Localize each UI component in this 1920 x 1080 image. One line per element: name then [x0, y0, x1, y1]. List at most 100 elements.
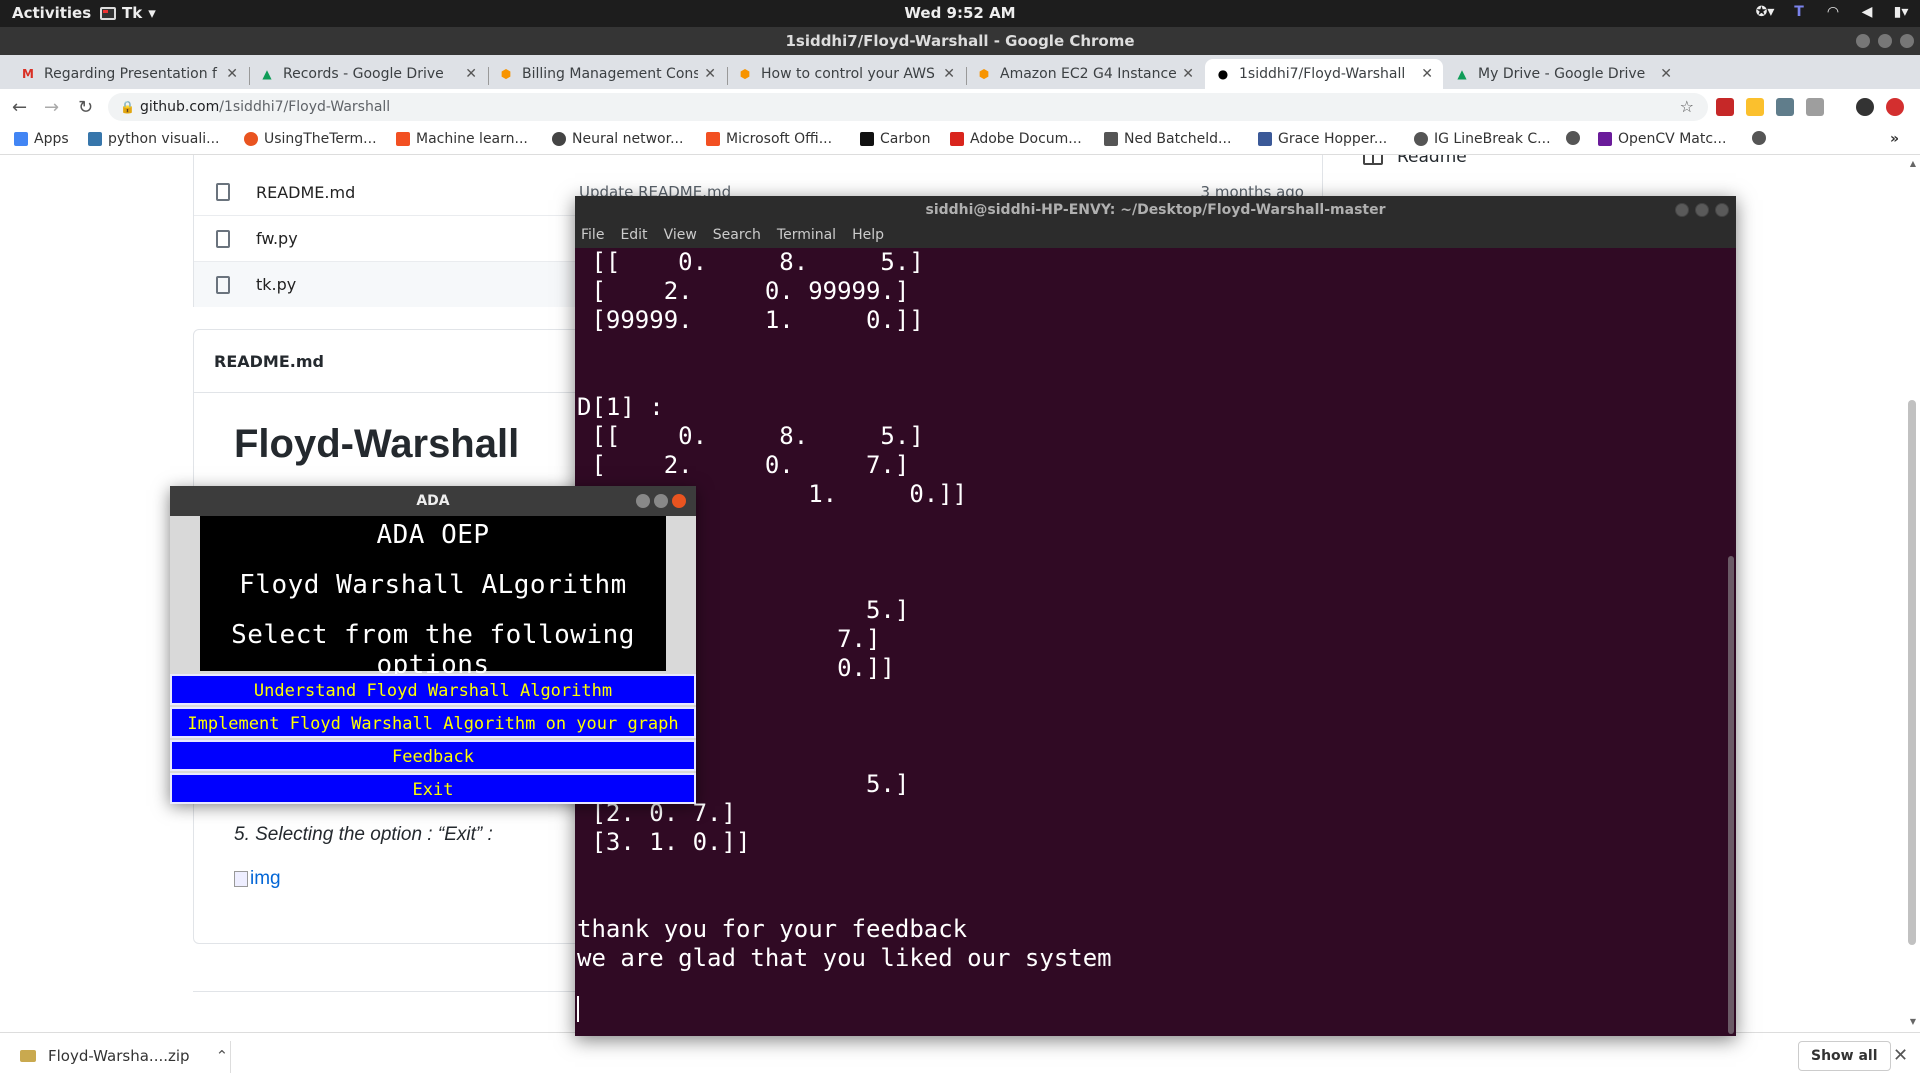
exit-button[interactable]: Exit [170, 773, 696, 804]
file-name[interactable]: README.md [256, 183, 355, 202]
chevron-up-icon[interactable]: ⌃ [216, 1047, 229, 1065]
extension-cast-icon[interactable] [1806, 98, 1824, 116]
url-host: github.com [140, 99, 220, 115]
show-all-button[interactable]: Show all [1798, 1041, 1891, 1071]
maximize-icon[interactable] [654, 494, 668, 508]
bookmark-office[interactable]: Microsoft Offi... [706, 131, 832, 147]
file-name[interactable]: tk.py [256, 275, 296, 294]
bookmark-globe[interactable] [1566, 131, 1580, 145]
wifi-icon[interactable]: ◠ [1824, 3, 1842, 21]
implement-algorithm-button[interactable]: Implement Floyd Warshall Algorithm on yo… [170, 707, 696, 738]
forward-arrow-icon[interactable]: → [44, 97, 59, 118]
scroll-down-icon[interactable]: ▼ [1910, 1017, 1916, 1026]
tab-my-drive[interactable]: ▲ My Drive - Google Drive ✕ [1444, 59, 1682, 89]
menu-help[interactable]: Help [852, 224, 884, 248]
readme-image-link[interactable]: img [234, 868, 281, 890]
close-icon[interactable] [1900, 34, 1914, 48]
bookmark-globe-2[interactable] [1752, 131, 1766, 145]
accessibility-icon[interactable]: ✪▾ [1756, 3, 1775, 21]
aws-icon: ⬢ [500, 67, 512, 81]
bookmark-linebreak[interactable]: IG LineBreak C... [1414, 131, 1551, 147]
menu-file[interactable]: File [581, 224, 604, 248]
bookmark-star-icon[interactable]: ☆ [1680, 93, 1694, 121]
file-icon [216, 275, 230, 294]
minimize-icon[interactable] [1856, 34, 1870, 48]
bookmark-label: Microsoft Offi... [726, 131, 833, 147]
profile-avatar[interactable] [1856, 98, 1874, 116]
tab-label: Records - Google Drive [283, 66, 444, 82]
bookmarks-overflow-icon[interactable]: » [1890, 131, 1899, 147]
bookmark-apps[interactable]: Apps [14, 131, 69, 147]
tab-ec2[interactable]: ⬢ Amazon EC2 G4 Instances ✕ [966, 59, 1204, 89]
menu-view[interactable]: View [664, 224, 697, 248]
tab-billing[interactable]: ⬢ Billing Management Cons ✕ [488, 59, 726, 89]
close-icon[interactable] [1715, 203, 1729, 217]
system-tray[interactable]: ✪▾ T ◠ ◀ ▮▾ [1756, 3, 1910, 21]
bookmark-label: python visuali... [108, 131, 220, 147]
scrollbar-thumb[interactable] [1908, 400, 1916, 945]
app-menu[interactable]: Tk ▾ [100, 4, 156, 22]
minimize-icon[interactable] [636, 494, 650, 508]
battery-icon[interactable]: ▮▾ [1892, 3, 1910, 21]
bookmark-opencv[interactable]: OpenCV Matc... [1598, 131, 1726, 147]
extension-icon[interactable] [1746, 98, 1764, 116]
bookmark-adobe[interactable]: Adobe Docum... [950, 131, 1082, 147]
bookmark-neural[interactable]: Neural networ... [552, 131, 683, 147]
extension-shield-icon[interactable] [1776, 98, 1794, 116]
terminal-output[interactable]: [[ 0. 8. 5.] [ 2. 0. 99999.] [99999. 1. … [575, 248, 1736, 1036]
activities-button[interactable]: Activities [12, 4, 91, 22]
tab-records-drive[interactable]: ▲ Records - Google Drive ✕ [249, 59, 487, 89]
close-icon[interactable]: ✕ [1421, 66, 1433, 82]
sidebar-readme-link[interactable]: Readme [1363, 155, 1467, 167]
close-icon[interactable]: ✕ [465, 66, 477, 82]
zip-file-icon [20, 1050, 36, 1062]
close-icon[interactable]: ✕ [704, 66, 716, 82]
system-top-bar: Activities Tk ▾ Wed 9:52 AM ✪▾ T ◠ ◀ ▮▾ [0, 0, 1920, 27]
ubuntu-icon [244, 132, 258, 146]
ada-title-bar[interactable]: ADA [170, 486, 696, 516]
maximize-icon[interactable] [1695, 203, 1709, 217]
bookmark-ned[interactable]: Ned Batcheld... [1104, 131, 1231, 147]
tab-label: My Drive - Google Drive [1478, 66, 1646, 82]
bookmark-python[interactable]: python visuali... [88, 131, 219, 147]
minimize-icon[interactable] [1675, 203, 1689, 217]
terminal-scrollbar[interactable] [1728, 556, 1734, 1034]
close-icon[interactable]: ✕ [1660, 66, 1672, 82]
bookmark-grace[interactable]: Grace Hopper... [1258, 131, 1387, 147]
extension-mail-icon[interactable] [1716, 98, 1734, 116]
maximize-icon[interactable] [1878, 34, 1892, 48]
scroll-up-icon[interactable]: ▲ [1910, 159, 1916, 168]
bookmark-label: Ned Batcheld... [1124, 131, 1232, 147]
file-name[interactable]: fw.py [256, 229, 298, 248]
tab-gmail[interactable]: M Regarding Presentation f ✕ [10, 59, 248, 89]
menu-search[interactable]: Search [713, 224, 761, 248]
bookmark-carbon[interactable]: Carbon [860, 131, 930, 147]
bookmark-terminal[interactable]: UsingTheTerm... [244, 131, 377, 147]
bookmark-ml[interactable]: Machine learn... [396, 131, 528, 147]
terminal-title-bar[interactable]: siddhi@siddhi-HP-ENVY: ~/Desktop/Floyd-W… [575, 196, 1736, 224]
volume-icon[interactable]: ◀ [1858, 3, 1876, 21]
reload-icon[interactable]: ↻ [78, 97, 93, 118]
tab-label: Regarding Presentation f [44, 66, 217, 82]
bookmark-label: Grace Hopper... [1278, 131, 1388, 147]
back-arrow-icon[interactable]: ← [12, 97, 27, 118]
close-icon[interactable] [672, 494, 686, 508]
understand-algorithm-button[interactable]: Understand Floyd Warshall Algorithm [170, 674, 696, 705]
menu-terminal[interactable]: Terminal [777, 224, 836, 248]
teams-icon[interactable]: T [1790, 3, 1808, 21]
tab-aws-control[interactable]: ⬢ How to control your AWS ✕ [727, 59, 965, 89]
close-icon[interactable]: ✕ [1182, 66, 1194, 82]
address-bar[interactable]: 🔒 github.com/1siddhi7/Floyd-Warshall ☆ [108, 93, 1708, 121]
feedback-button[interactable]: Feedback [170, 740, 696, 771]
close-icon[interactable]: ✕ [1893, 1045, 1908, 1066]
update-icon[interactable] [1886, 98, 1904, 116]
page-scrollbar[interactable]: ▲ ▼ [1906, 155, 1916, 1032]
bookmark-label: OpenCV Matc... [1618, 131, 1727, 147]
close-icon[interactable]: ✕ [943, 66, 955, 82]
clock[interactable]: Wed 9:52 AM [0, 4, 1920, 22]
close-icon[interactable]: ✕ [226, 66, 238, 82]
menu-edit[interactable]: Edit [620, 224, 647, 248]
download-item[interactable]: Floyd-Warsha....zip ⌃ [20, 1047, 228, 1065]
drive-icon: ▲ [262, 67, 272, 81]
tab-github-active[interactable]: ● 1siddhi7/Floyd-Warshall ✕ [1205, 59, 1443, 89]
